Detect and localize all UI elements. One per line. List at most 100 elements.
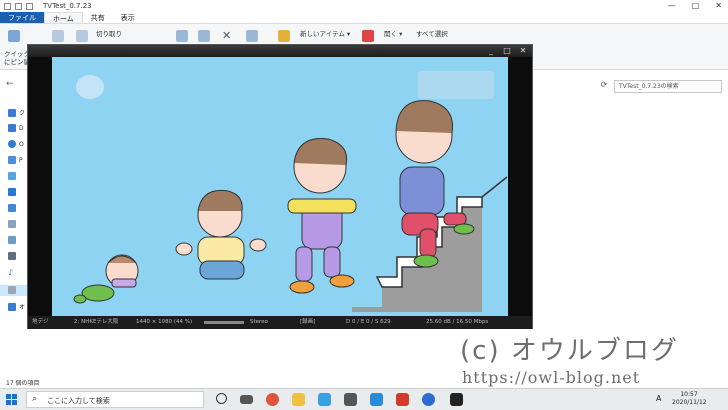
ribbon-tabs: ファイル ホーム 共有 表示 [0,12,728,24]
video-status-bar: 地デジ 2: NHKEテレ大阪 1440 × 1080 (44 %) Stere… [28,316,532,329]
nav-item-pc[interactable]: P [8,156,23,164]
stair-rail [481,176,508,198]
maximize-button[interactable]: □ [692,1,700,10]
nav-item-documents[interactable] [8,220,16,228]
nav-item-desktop-2[interactable] [8,204,16,212]
new-folder-icon[interactable] [26,2,33,10]
blurred-logo-left [76,75,104,99]
refresh-icon[interactable]: ⟳ [598,80,610,92]
search-input[interactable]: TVTest_0.7.23の検索 [614,80,722,93]
task-view-icon[interactable] [240,395,253,404]
channel-type[interactable]: 地デジ [32,316,49,329]
new-item-button[interactable]: 新しいアイテム ▾ [300,28,350,38]
chrome-icon[interactable] [266,393,279,406]
pin-icon[interactable] [8,30,20,42]
copy-icon[interactable] [52,30,64,42]
tvtest-video-window[interactable]: _ □ ✕ 地デジ 2: NHKEテレ大阪 1440 × 1080 (44 %)… [27,44,533,329]
app-icon-3[interactable] [396,393,409,406]
ime-indicator[interactable]: A [656,394,661,403]
disk-icon [8,286,16,294]
minimize-button[interactable]: _ [486,46,496,55]
channel-name[interactable]: 2: NHKEテレ大阪 [74,316,118,329]
nav-item-videos[interactable] [8,252,16,260]
video-window-titlebar[interactable]: _ □ ✕ [28,45,532,57]
properties-icon[interactable] [15,2,22,10]
copy-to-icon[interactable] [198,30,210,42]
edge-icon[interactable] [318,393,331,406]
picture-icon [8,236,16,244]
select-all-button[interactable]: すべて選択 [416,28,448,38]
tab-view[interactable]: 表示 [113,12,143,23]
save-icon[interactable] [4,2,11,10]
cube-icon [8,172,16,180]
tab-home[interactable]: ホーム [44,12,83,23]
child-walking [287,138,357,294]
close-button[interactable]: ✕ [715,1,722,10]
video-illustration [73,71,508,312]
volume-slider[interactable] [204,321,244,324]
windows-start-icon[interactable] [6,394,18,406]
error-counts: D 0 / E 0 / S 629 [346,319,391,325]
network-icon [8,302,16,311]
watermark-url: https://owl-blog.net [462,368,641,387]
window-title: TVTest_0.7.23 [43,2,92,10]
clock[interactable]: 10:57 2020/11/12 [672,391,707,407]
tvtest-icon[interactable] [450,393,463,406]
taskbar-search-input[interactable]: ⌕ ここに入力して検索 [26,391,204,408]
open-button[interactable]: 開く ▾ [384,28,402,38]
edge-new-icon[interactable] [422,393,435,406]
delete-icon[interactable]: ✕ [222,29,231,42]
cortana-icon[interactable] [216,393,227,404]
tab-share[interactable]: 共有 [83,12,113,23]
clock-time: 10:57 [680,391,698,398]
star-icon [8,108,16,117]
taskbar-search-placeholder: ここに入力して検索 [47,397,110,405]
watermark-title: (c) オウルブログ [460,336,679,366]
baby-crawling [73,254,139,304]
minimize-button[interactable]: — [668,1,676,10]
video-icon [8,252,16,260]
status-item-count: 17 個の項目 [6,380,40,387]
download-icon [8,188,16,196]
search-icon: ⌕ [32,394,38,404]
desktop-icon [8,124,16,132]
clock-date: 2020/11/12 [672,399,707,406]
nav-item-pictures[interactable] [8,236,16,244]
cut-button[interactable]: 切り取り [96,28,122,38]
nav-item-music[interactable]: ♪ [8,268,13,277]
toddler-sitting [175,189,267,280]
move-to-icon[interactable] [176,30,188,42]
tab-file[interactable]: ファイル [0,12,44,23]
cloud-icon [8,140,16,148]
desktop-icon [8,204,16,212]
app-icon-2[interactable] [370,393,383,406]
video-resolution: 1440 × 1080 (44 %) [136,319,193,325]
nav-item-local-disk[interactable] [8,286,16,294]
nav-item-downloads[interactable] [8,188,16,196]
signal-level: 25.60 dB / 16.50 Mbps [426,319,489,325]
rename-icon[interactable] [246,30,258,42]
nav-item-desktop[interactable]: D [8,124,24,132]
new-folder-icon[interactable] [278,30,290,42]
back-arrow-icon[interactable]: ← [6,79,14,89]
nav-item-quick-access[interactable]: ク [8,108,25,117]
file-explorer-icon[interactable] [292,393,305,406]
app-icon-1[interactable] [344,393,357,406]
window-controls: — □ ✕ [668,1,722,10]
music-icon: ♪ [8,268,14,277]
properties-icon[interactable] [362,30,374,42]
nav-item-onedrive[interactable]: O [8,140,24,148]
close-button[interactable]: ✕ [518,46,528,55]
blurred-logo-right [418,71,494,99]
paste-icon[interactable] [76,30,88,42]
explorer-titlebar: TVTest_0.7.23 — □ ✕ [0,0,728,12]
quick-access-toolbar [0,2,33,10]
video-frame[interactable] [52,57,508,316]
maximize-button[interactable]: □ [502,46,512,55]
computer-icon [8,156,16,164]
nav-item-3d[interactable] [8,172,16,180]
audio-mode[interactable]: Stereo [250,316,268,329]
video-window-controls: _ □ ✕ [486,46,528,55]
nav-item-network-1[interactable]: オ [8,302,25,311]
record-status[interactable]: [録画] [300,316,315,329]
